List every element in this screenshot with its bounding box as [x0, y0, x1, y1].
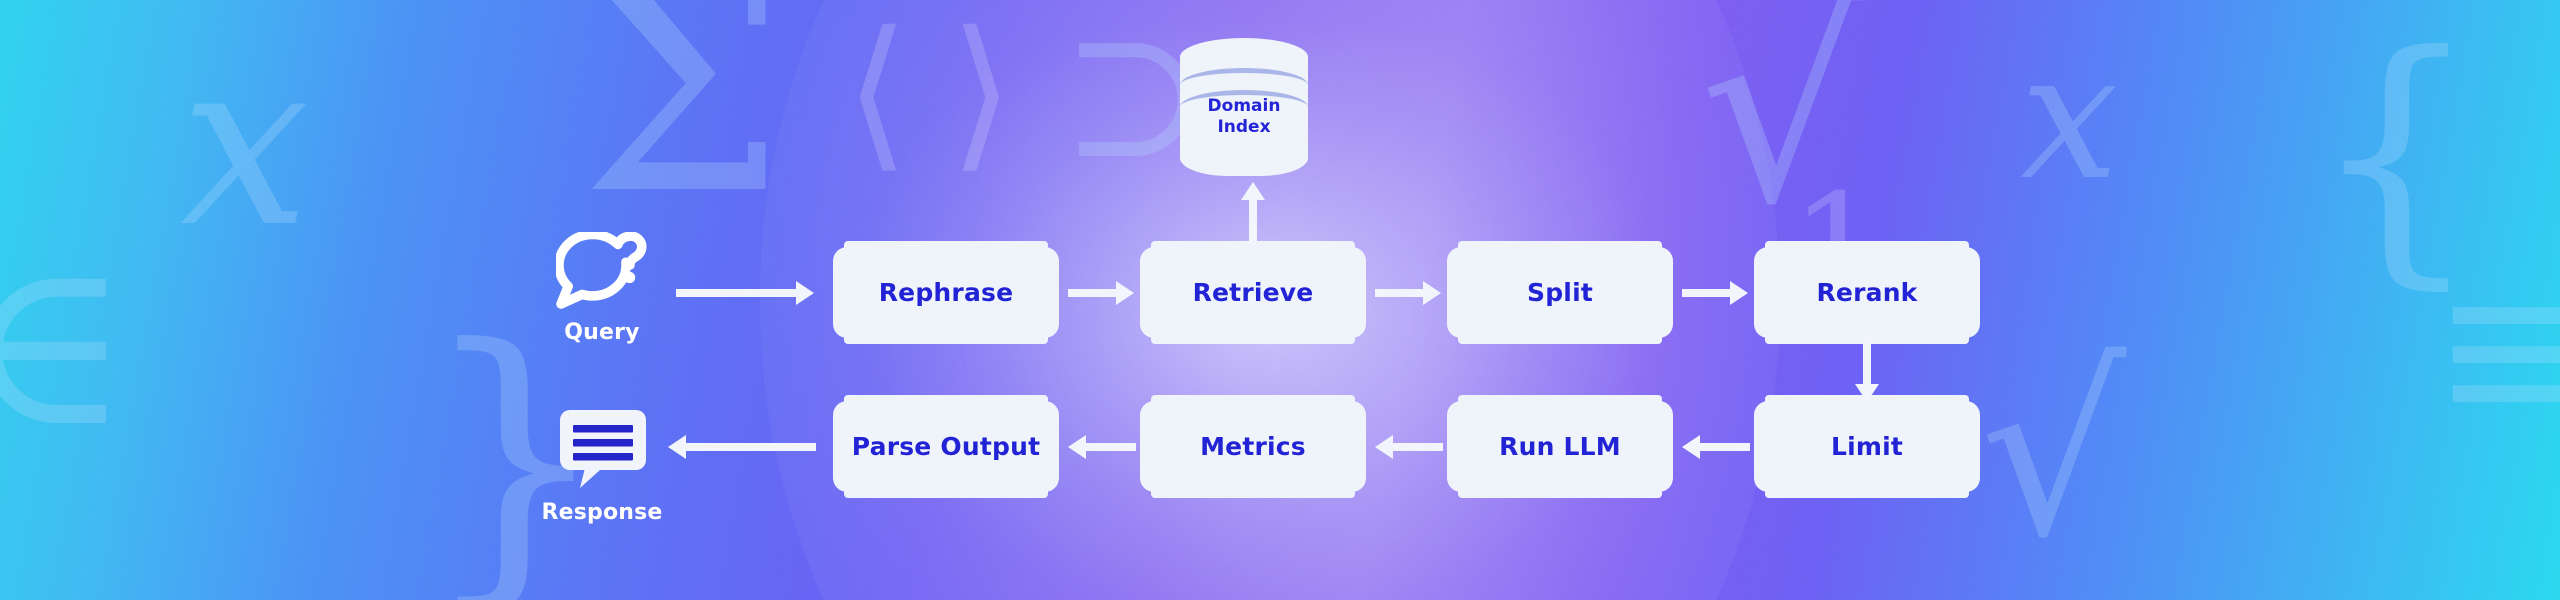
node-retrieve-label: Retrieve	[1192, 278, 1314, 307]
node-metrics-label: Metrics	[1200, 432, 1306, 461]
node-rephrase[interactable]: Rephrase	[833, 241, 1059, 344]
node-rerank-label: Rerank	[1816, 278, 1918, 307]
node-retrieve[interactable]: Retrieve	[1140, 241, 1366, 344]
node-limit-label: Limit	[1830, 432, 1904, 461]
node-run-llm-label: Run LLM	[1499, 432, 1621, 461]
node-parse-output[interactable]: Parse Output	[833, 395, 1059, 498]
node-parse-output-label: Parse Output	[851, 432, 1041, 461]
node-rephrase-label: Rephrase	[878, 278, 1014, 307]
node-split[interactable]: Split	[1447, 241, 1673, 344]
node-rerank[interactable]: Rerank	[1754, 241, 1980, 344]
node-metrics[interactable]: Metrics	[1140, 395, 1366, 498]
node-split-label: Split	[1527, 278, 1593, 307]
diagram-canvas: x ∈ } Σ ⟨⟩ ⊃ √ x { ≡ √ 1 Query Response	[0, 0, 2560, 600]
node-limit[interactable]: Limit	[1754, 395, 1980, 498]
node-run-llm[interactable]: Run LLM	[1447, 395, 1673, 498]
